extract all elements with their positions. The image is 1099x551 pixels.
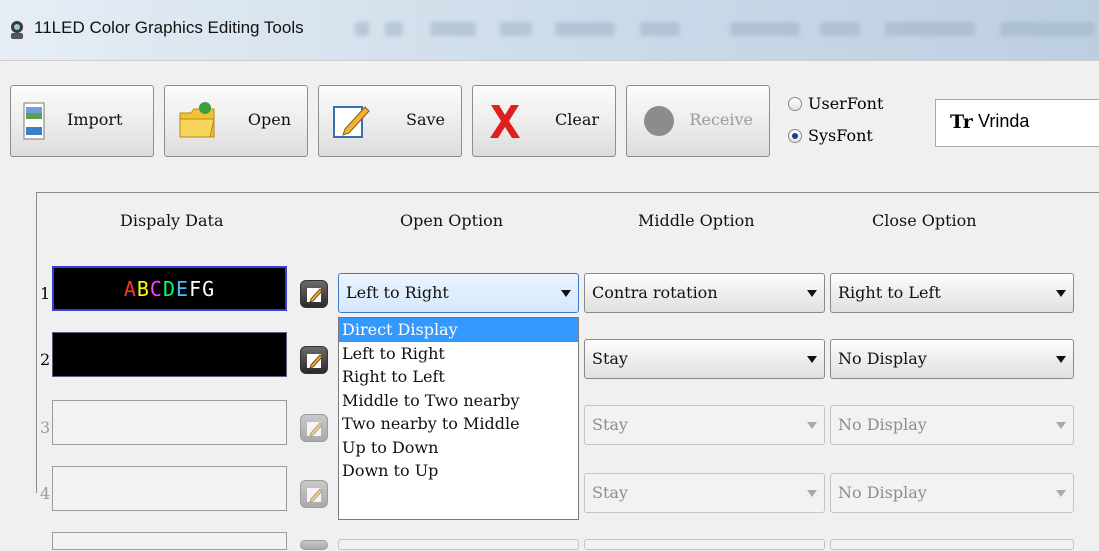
folder-icon [179, 102, 215, 138]
red-x-icon [490, 105, 520, 138]
font-name: Vrinda [978, 111, 1030, 131]
display-data-row-1[interactable]: ABCDEFG [52, 266, 287, 311]
middle-option-row-5 [584, 539, 825, 550]
middle-option-row-1[interactable]: Contra rotation [584, 273, 825, 313]
edit-row-1-button[interactable] [300, 280, 328, 308]
display-data-row-5 [52, 532, 287, 550]
dropdown-option-right-to-left[interactable]: Right to Left [339, 365, 578, 389]
chevron-down-icon [807, 422, 817, 429]
pencil-icon [307, 422, 323, 437]
chevron-down-icon [807, 290, 817, 297]
display-text: ABCDEFG [54, 277, 285, 301]
led-char: E [176, 277, 190, 301]
open-button[interactable]: Open [164, 85, 308, 157]
close-option-row-2[interactable]: No Display [830, 339, 1074, 379]
middle-option-row-2[interactable]: Stay [584, 339, 825, 379]
close-option-row-4: No Display [830, 473, 1074, 513]
chevron-down-icon [1056, 422, 1066, 429]
display-data-row-4 [52, 466, 287, 511]
open-option-dropdown-list[interactable]: Direct Display Left to Right Right to Le… [338, 317, 579, 520]
led-char: C [149, 277, 163, 301]
dropdown-option-middle-to-two-nearby[interactable]: Middle to Two nearby [339, 389, 578, 413]
open-option-row-5 [338, 539, 579, 550]
row-number: 3 [40, 418, 51, 437]
save-button[interactable]: Save [318, 85, 462, 157]
chevron-down-icon [807, 490, 817, 497]
chevron-down-icon [561, 290, 571, 297]
chevron-down-icon [807, 356, 817, 363]
led-char: A [123, 277, 137, 301]
close-option-row-3: No Display [830, 405, 1074, 445]
edit-row-3-button [300, 414, 328, 442]
dropdown-option-direct-display[interactable]: Direct Display [339, 318, 578, 342]
close-option-row-5 [830, 539, 1074, 550]
truetype-icon: Tr [950, 111, 973, 133]
chevron-down-icon [1056, 356, 1066, 363]
row-number: 4 [40, 484, 51, 503]
row-number: 2 [40, 350, 51, 369]
radio-button-checked[interactable] [788, 129, 802, 143]
dropdown-option-up-to-down[interactable]: Up to Down [339, 436, 578, 460]
bmp-file-icon [23, 102, 45, 140]
led-char: B [136, 277, 150, 301]
led-char: F [189, 277, 203, 301]
display-data-row-2[interactable] [52, 332, 287, 377]
app-icon [11, 21, 23, 39]
receive-button[interactable]: Receive [626, 85, 770, 157]
row-number: 1 [40, 284, 51, 303]
record-icon [644, 106, 674, 136]
pencil-icon [307, 288, 323, 303]
window-title: 11LED Color Graphics Editing Tools [34, 18, 304, 37]
edit-row-2-button[interactable] [300, 346, 328, 374]
led-char: G [202, 277, 216, 301]
import-button[interactable]: Import [10, 85, 154, 157]
radio-button[interactable] [788, 97, 802, 111]
led-char: D [162, 277, 177, 301]
pencil-icon [307, 354, 323, 369]
title-bar: 11LED Color Graphics Editing Tools [0, 0, 1099, 60]
open-option-row-1[interactable]: Left to Right [338, 273, 579, 313]
close-option-row-1[interactable]: Right to Left [830, 273, 1074, 313]
middle-option-row-4: Stay [584, 473, 825, 513]
middle-option-row-3: Stay [584, 405, 825, 445]
dropdown-option-down-to-up[interactable]: Down to Up [339, 459, 578, 483]
edit-row-5-button [300, 540, 328, 550]
edit-row-4-button [300, 480, 328, 508]
clear-button[interactable]: Clear [472, 85, 616, 157]
dropdown-option-two-nearby-to-middle[interactable]: Two nearby to Middle [339, 412, 578, 436]
edit-document-icon [333, 106, 370, 138]
chevron-down-icon [1056, 490, 1066, 497]
display-data-row-3 [52, 400, 287, 445]
pencil-icon [307, 488, 323, 503]
chevron-down-icon [1056, 290, 1066, 297]
font-selector[interactable]: Tr Vrinda [935, 99, 1099, 147]
dropdown-option-left-to-right[interactable]: Left to Right [339, 342, 578, 366]
